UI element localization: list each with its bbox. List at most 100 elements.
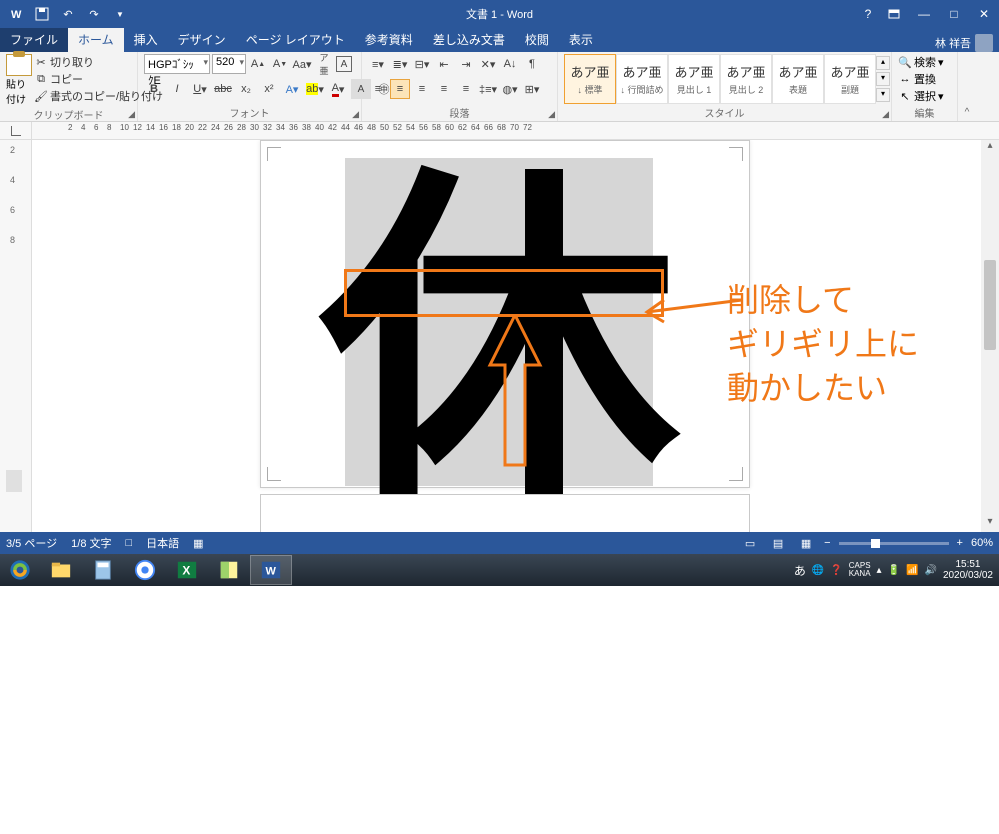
user-account[interactable]: 林 祥吾 [935, 34, 999, 52]
align-right-button[interactable]: ≡ [412, 79, 432, 99]
font-name-combo[interactable]: HGPｺﾞｼｯｸE▾ [144, 54, 210, 74]
page-number[interactable]: 3/5 ページ [6, 535, 57, 551]
select-button[interactable]: ↖選択▾ [898, 88, 944, 104]
zoom-level[interactable]: 60% [971, 537, 993, 549]
volume-icon[interactable]: 🔊 [924, 565, 936, 576]
word-count[interactable]: 1/8 文字 [71, 535, 111, 551]
tab-mailings[interactable]: 差し込み文書 [423, 27, 515, 52]
bullets-button[interactable]: ≡▾ [368, 54, 388, 74]
vertical-ruler[interactable]: 2 4 6 8 [0, 140, 32, 532]
zoom-in-button[interactable]: + [957, 537, 963, 549]
strike-button[interactable]: abc [213, 79, 233, 99]
maximize-button[interactable]: □ [939, 4, 969, 24]
find-button[interactable]: 🔍検索▾ [898, 54, 944, 70]
style-normal[interactable]: あア亜↓ 標準 [564, 54, 616, 104]
scroll-up-icon[interactable]: ▴ [981, 140, 999, 156]
superscript-button[interactable]: x² [259, 79, 279, 99]
slider-thumb[interactable] [871, 539, 880, 548]
increase-indent-button[interactable]: ⇥ [456, 54, 476, 74]
expand-icon[interactable]: ▾ [876, 88, 890, 102]
help-button[interactable]: ? [857, 4, 879, 24]
text-selection[interactable]: 休 [345, 158, 653, 486]
shrink-font-button[interactable]: A▼ [270, 54, 290, 74]
start-button[interactable] [0, 555, 40, 585]
highlight-button[interactable]: ab▾ [305, 79, 325, 99]
tab-design[interactable]: デザイン [168, 27, 236, 52]
distribute-button[interactable]: ≡ [456, 79, 476, 99]
underline-button[interactable]: U▾ [190, 79, 210, 99]
zoom-slider[interactable] [839, 542, 949, 545]
tab-file[interactable]: ファイル [0, 27, 68, 52]
dialog-launcher-icon[interactable]: ◢ [128, 109, 135, 120]
scroll-down-icon[interactable]: ▾ [876, 72, 890, 86]
dialog-launcher-icon[interactable]: ◢ [352, 109, 359, 120]
ribbon-display-button[interactable] [879, 4, 909, 24]
asian-layout-button[interactable]: ✕▾ [478, 54, 498, 74]
qat-customize-icon[interactable]: ▼ [108, 3, 132, 25]
style-heading1[interactable]: あア亜見出し 1 [668, 54, 720, 104]
tab-insert[interactable]: 挿入 [124, 27, 168, 52]
spell-check-icon[interactable]: □ [126, 537, 133, 549]
excel-button[interactable]: X [166, 555, 208, 585]
grow-font-button[interactable]: A▲ [248, 54, 268, 74]
horizontal-ruler[interactable]: 2468101214161820222426283032343638404244… [0, 122, 999, 140]
tray-expand-icon[interactable]: ▴ [877, 565, 882, 576]
style-title[interactable]: あア亜表題 [772, 54, 824, 104]
next-page[interactable] [260, 494, 750, 532]
style-subtitle[interactable]: あア亜副題 [824, 54, 876, 104]
page[interactable]: 休 [260, 140, 750, 488]
ruby-button[interactable]: ア亜 [314, 54, 334, 74]
show-marks-button[interactable]: ¶ [522, 54, 542, 74]
page-canvas[interactable]: 休 削除して ギリギリ上に 動かしたい [32, 140, 981, 532]
style-heading2[interactable]: あア亜見出し 2 [720, 54, 772, 104]
ime-indicator[interactable]: あ [794, 562, 806, 579]
word-button[interactable]: W [250, 555, 292, 585]
redo-button[interactable]: ↷ [82, 3, 106, 25]
char-border-button[interactable]: A [336, 56, 352, 72]
battery-icon[interactable]: 🔋 [888, 565, 900, 576]
scroll-down-icon[interactable]: ▾ [981, 516, 999, 532]
clock[interactable]: 15:51 2020/03/02 [943, 559, 993, 581]
align-center-button[interactable]: ≡ [390, 79, 410, 99]
change-case-button[interactable]: Aa▾ [292, 54, 312, 74]
chrome-button[interactable] [124, 555, 166, 585]
sort-button[interactable]: A↓ [500, 54, 520, 74]
styles-more[interactable]: ▴ ▾ ▾ [876, 54, 890, 104]
scroll-up-icon[interactable]: ▴ [876, 56, 890, 70]
undo-button[interactable]: ↶ [56, 3, 80, 25]
tray-icon[interactable]: 🌐 [812, 565, 824, 576]
shading-button[interactable]: ◍▾ [500, 79, 520, 99]
tab-references[interactable]: 参考資料 [355, 27, 423, 52]
dialog-launcher-icon[interactable]: ◢ [882, 109, 889, 120]
font-color-button[interactable]: A▾ [328, 79, 348, 99]
explorer-button[interactable] [40, 555, 82, 585]
italic-button[interactable]: I [167, 79, 187, 99]
style-nospacing[interactable]: あア亜↓ 行間詰め [616, 54, 668, 104]
font-size-combo[interactable]: 520▾ [212, 54, 246, 74]
line-spacing-button[interactable]: ‡≡▾ [478, 79, 498, 99]
collapse-ribbon-button[interactable]: ^ [958, 52, 976, 121]
subscript-button[interactable]: x₂ [236, 79, 256, 99]
web-layout-button[interactable]: ▦ [796, 535, 816, 551]
save-button[interactable] [30, 3, 54, 25]
language[interactable]: 日本語 [146, 535, 179, 551]
align-left-button[interactable]: ≡ [368, 79, 388, 99]
decrease-indent-button[interactable]: ⇤ [434, 54, 454, 74]
multilevel-button[interactable]: ⊟▾ [412, 54, 432, 74]
tab-layout[interactable]: ページ レイアウト [236, 27, 355, 52]
numbering-button[interactable]: ≣▾ [390, 54, 410, 74]
scroll-thumb[interactable] [984, 260, 996, 350]
print-layout-button[interactable]: ▤ [768, 535, 788, 551]
macro-icon[interactable]: ▦ [193, 537, 203, 550]
close-button[interactable]: ✕ [969, 4, 999, 24]
sticky-notes-button[interactable] [208, 555, 250, 585]
calculator-button[interactable] [82, 555, 124, 585]
tab-home[interactable]: ホーム [68, 27, 124, 52]
borders-button[interactable]: ⊞▾ [522, 79, 542, 99]
replace-button[interactable]: ↔置換 [898, 71, 944, 87]
tab-review[interactable]: 校閲 [515, 27, 559, 52]
dialog-launcher-icon[interactable]: ◢ [548, 109, 555, 120]
read-mode-button[interactable]: ▭ [740, 535, 760, 551]
zoom-out-button[interactable]: − [824, 537, 830, 549]
justify-button[interactable]: ≡ [434, 79, 454, 99]
